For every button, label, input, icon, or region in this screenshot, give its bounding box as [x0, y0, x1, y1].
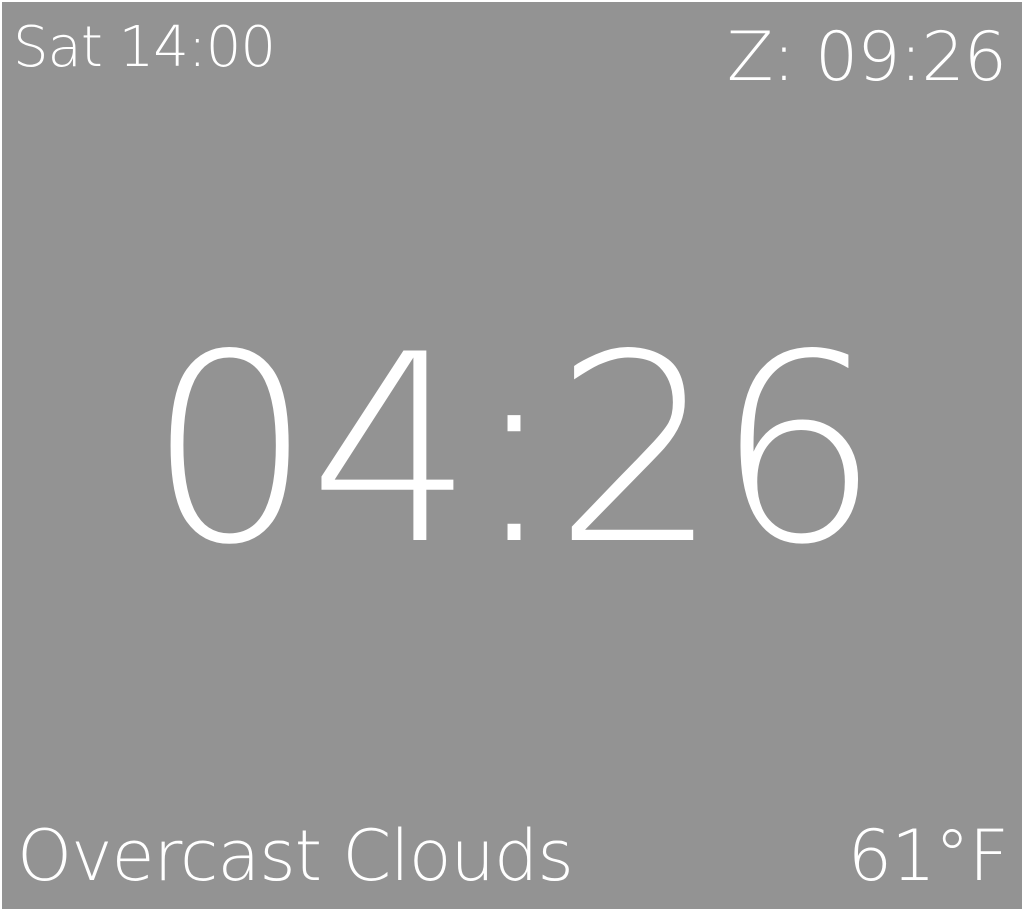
weather-condition: Overcast Clouds — [17, 815, 574, 897]
zulu-time: Z: 09:26 — [726, 18, 1007, 97]
clock-screen: Sat 14:00 Z: 09:26 04:26 Overcast Clouds… — [0, 0, 1024, 911]
local-day-time: Sat 14:00 — [13, 15, 276, 80]
main-time: 04:26 — [147, 300, 880, 602]
temperature: 61°F — [847, 815, 1009, 897]
